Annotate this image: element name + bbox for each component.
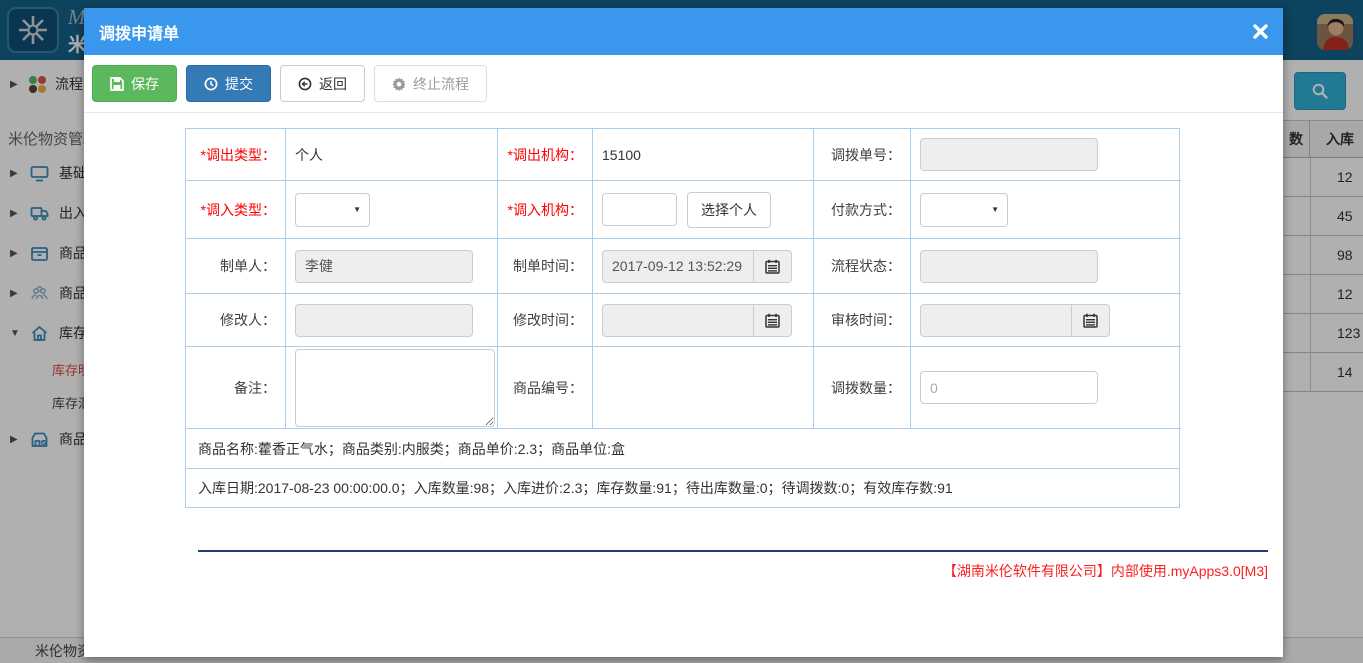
company-footer-text: 【湖南米伦软件有限公司】内部使用.myApps3.0[M3] (943, 563, 1268, 579)
product-info-line: 商品名称:藿香正气水；商品类别:内服类；商品单价:2.3；商品单位:盒 (186, 429, 1179, 469)
modify-time-label: 修改时间： (498, 294, 593, 347)
modifier-label: 修改人： (186, 294, 286, 347)
product-no-value (593, 347, 814, 429)
submit-button-label: 提交 (225, 74, 253, 94)
transfer-qty-label: 调拨数量： (814, 347, 911, 429)
transfer-qty-input[interactable] (920, 371, 1098, 404)
out-org-value: 15100 (602, 147, 641, 163)
audit-time-input (920, 304, 1072, 337)
in-org-input[interactable] (602, 193, 677, 226)
out-org-label: *调出机构： (498, 129, 593, 181)
gear-icon (392, 77, 406, 91)
product-no-label: 商品编号： (498, 347, 593, 429)
submit-button[interactable]: 提交 (186, 65, 271, 102)
back-button-label: 返回 (319, 74, 347, 94)
modify-time-input (602, 304, 754, 337)
modal-footer: 【湖南米伦软件有限公司】内部使用.myApps3.0[M3] (198, 550, 1268, 581)
terminate-button-label: 终止流程 (413, 74, 469, 94)
creator-label: 制单人： (186, 239, 286, 294)
terminate-process-button[interactable]: 终止流程 (374, 65, 487, 102)
arrow-left-circle-icon (298, 77, 312, 91)
out-type-label: *调出类型： (186, 129, 286, 181)
calendar-icon[interactable] (1072, 304, 1110, 337)
caret-down-icon: ▼ (353, 205, 361, 214)
stock-info-line: 入库日期:2017-08-23 00:00:00.0；入库数量:98；入库进价:… (186, 469, 1179, 507)
save-button[interactable]: 保存 (92, 65, 177, 102)
create-time-input (602, 250, 754, 283)
modal-toolbar: 保存 提交 返回 终止流程 (84, 55, 1283, 113)
modifier-input (295, 304, 473, 337)
clock-icon (204, 77, 218, 91)
modal-header: 调拨申请单 (84, 8, 1283, 55)
create-time-label: 制单时间： (498, 239, 593, 294)
back-button[interactable]: 返回 (280, 65, 365, 102)
transfer-no-input (920, 138, 1098, 171)
pay-method-label: 付款方式： (814, 181, 911, 239)
audit-time-label: 审核时间： (814, 294, 911, 347)
transfer-no-label: 调拨单号： (814, 129, 911, 181)
flow-status-label: 流程状态： (814, 239, 911, 294)
flow-status-input (920, 250, 1098, 283)
choose-person-button[interactable]: 选择个人 (687, 192, 771, 228)
in-type-select[interactable]: ▼ (295, 193, 370, 227)
close-icon (1253, 24, 1268, 39)
caret-down-icon: ▼ (991, 205, 999, 214)
transfer-request-modal: 调拨申请单 保存 提交 (84, 8, 1283, 657)
save-icon (110, 77, 124, 91)
save-button-label: 保存 (131, 74, 159, 94)
modal-body: *调出类型： 个人 *调出机构： 15100 调拨单号： *调入类型： ▼ *调… (84, 113, 1283, 581)
in-type-label: *调入类型： (186, 181, 286, 239)
remark-textarea[interactable] (295, 349, 495, 427)
calendar-icon[interactable] (754, 250, 792, 283)
close-button[interactable] (1253, 24, 1268, 39)
creator-input (295, 250, 473, 283)
calendar-icon[interactable] (754, 304, 792, 337)
modal-title: 调拨申请单 (99, 20, 179, 44)
out-type-value: 个人 (295, 145, 323, 165)
transfer-form: *调出类型： 个人 *调出机构： 15100 调拨单号： *调入类型： ▼ *调… (185, 128, 1180, 508)
pay-method-select[interactable]: ▼ (920, 193, 1008, 227)
remark-label: 备注： (186, 347, 286, 429)
in-org-label: *调入机构： (498, 181, 593, 239)
